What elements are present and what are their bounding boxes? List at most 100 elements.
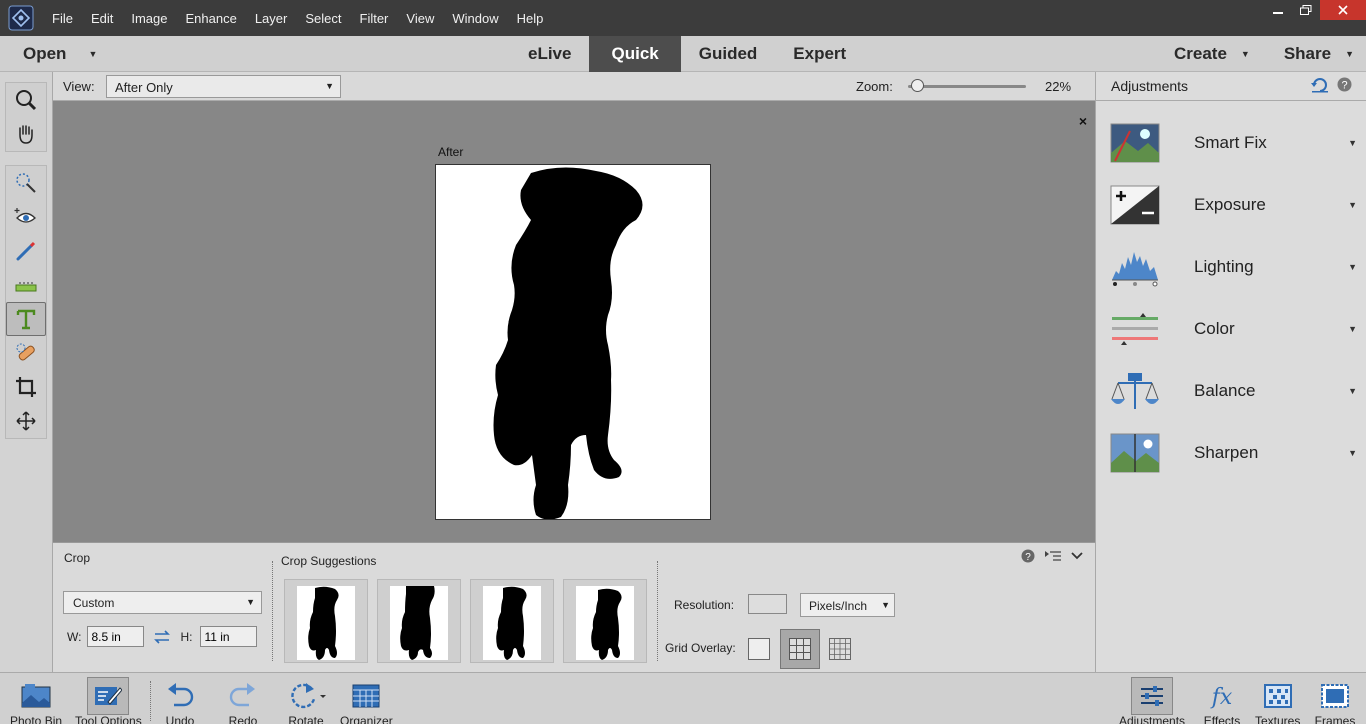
organizer-label: Organizer xyxy=(340,714,393,724)
reset-icon[interactable] xyxy=(1311,77,1329,93)
chevron-down-icon: ▼ xyxy=(246,597,255,607)
type-tool[interactable] xyxy=(6,302,46,336)
grid-none-icon xyxy=(748,638,770,660)
grid-fine-button[interactable] xyxy=(820,629,860,669)
bottom-taskbar: Photo Bin Tool Options Undo Redo Rotate … xyxy=(0,672,1366,724)
quick-selection-icon xyxy=(16,173,36,193)
swap-icon[interactable] xyxy=(153,629,171,644)
adjustments-header-controls: ? xyxy=(1311,77,1352,93)
grid-none-button[interactable] xyxy=(739,629,779,669)
organizer-button[interactable]: Organizer xyxy=(340,677,393,724)
minimize-icon xyxy=(1273,12,1283,14)
adjustments-icon xyxy=(1141,686,1164,706)
crop-suggestion-image xyxy=(483,586,541,660)
create-label: Create xyxy=(1173,44,1227,63)
menu-image[interactable]: Image xyxy=(122,11,176,26)
tab-quick[interactable]: Quick xyxy=(589,36,681,72)
tool-options-icon xyxy=(95,687,123,705)
options-panel-controls: ? xyxy=(1021,549,1083,563)
edit-tool-group xyxy=(5,165,47,439)
adjustment-lighting[interactable]: Lighting ▼ xyxy=(1096,236,1366,298)
red-eye-tool[interactable] xyxy=(6,200,46,234)
tab-guided[interactable]: Guided xyxy=(681,36,776,72)
height-field[interactable] xyxy=(200,626,258,647)
menu-enhance[interactable]: Enhance xyxy=(177,11,246,26)
view-dropdown[interactable]: After Only ▼ xyxy=(106,75,341,98)
redo-button[interactable]: Redo xyxy=(222,677,264,724)
adjustment-exposure[interactable]: Exposure ▼ xyxy=(1096,174,1366,236)
menu-file[interactable]: File xyxy=(43,11,82,26)
svg-text:fx: fx xyxy=(1210,685,1233,709)
zoom-slider-thumb[interactable] xyxy=(911,79,925,92)
main-menu: File Edit Image Enhance Layer Select Fil… xyxy=(43,0,552,36)
crop-suggestion-1[interactable] xyxy=(284,579,368,663)
crop-suggestion-4[interactable] xyxy=(563,579,647,663)
adjustment-sharpen[interactable]: Sharpen ▼ xyxy=(1096,422,1366,484)
mode-bar: Open ▼ eLive Quick Guided Expert Create … xyxy=(0,36,1366,72)
spot-healing-tool[interactable] xyxy=(6,336,46,370)
adjustment-color[interactable]: Color ▼ xyxy=(1096,298,1366,360)
menu-select[interactable]: Select xyxy=(296,11,350,26)
open-button[interactable]: Open ▼ xyxy=(23,36,97,72)
crop-tool[interactable] xyxy=(6,370,46,404)
redo-label: Redo xyxy=(228,714,258,724)
move-tool[interactable] xyxy=(6,404,46,438)
image-canvas[interactable]: × After xyxy=(53,101,1095,542)
tab-elive[interactable]: eLive xyxy=(510,36,589,72)
options-menu-icon[interactable] xyxy=(1045,550,1061,562)
width-height-row: W: H: xyxy=(67,626,258,647)
resolution-field[interactable] xyxy=(748,594,787,614)
width-field[interactable] xyxy=(87,626,145,647)
close-document-button[interactable]: × xyxy=(1079,113,1087,129)
resolution-units-dropdown[interactable]: Pixels/Inch ▼ xyxy=(800,593,895,617)
menu-layer[interactable]: Layer xyxy=(246,11,297,26)
menu-edit[interactable]: Edit xyxy=(82,11,122,26)
lighting-label: Lighting xyxy=(1194,257,1254,276)
effects-button[interactable]: fx Effects xyxy=(1201,677,1243,724)
photo-bin-button[interactable]: Photo Bin xyxy=(10,677,62,724)
adjustments-button[interactable]: Adjustments xyxy=(1119,677,1185,724)
menu-window[interactable]: Window xyxy=(443,11,507,26)
tool-options-button[interactable]: Tool Options xyxy=(75,677,142,724)
minimize-button[interactable] xyxy=(1264,0,1292,20)
menu-view[interactable]: View xyxy=(397,11,443,26)
crop-preset-dropdown[interactable]: Custom ▼ xyxy=(63,591,262,614)
share-button[interactable]: Share ▼ xyxy=(1284,44,1354,64)
chevron-down-icon: ▼ xyxy=(1345,49,1354,59)
textures-button[interactable]: Textures xyxy=(1255,677,1300,724)
create-button[interactable]: Create ▼ xyxy=(1174,44,1250,64)
zoom-tool[interactable] xyxy=(6,83,46,117)
adjustment-balance[interactable]: Balance ▼ xyxy=(1096,360,1366,422)
view-bar: View: After Only ▼ Zoom: 22% xyxy=(53,72,1095,101)
grid-thirds-icon xyxy=(789,638,811,660)
help-icon[interactable]: ? xyxy=(1337,77,1352,92)
whiten-teeth-tool[interactable] xyxy=(6,234,46,268)
chevron-down-icon: ▼ xyxy=(1348,138,1357,148)
menu-help[interactable]: Help xyxy=(508,11,553,26)
straighten-tool[interactable] xyxy=(6,268,46,302)
tab-expert[interactable]: Expert xyxy=(775,36,864,72)
zoom-slider[interactable] xyxy=(908,79,1026,92)
help-icon[interactable]: ? xyxy=(1021,549,1035,563)
restore-button[interactable] xyxy=(1292,0,1320,20)
grid-thirds-button[interactable] xyxy=(780,629,820,669)
adjustment-smart-fix[interactable]: Smart Fix ▼ xyxy=(1096,112,1366,174)
crop-preset-value: Custom xyxy=(73,596,115,610)
menu-filter[interactable]: Filter xyxy=(351,11,398,26)
quick-selection-tool[interactable] xyxy=(6,166,46,200)
collapse-panel-icon[interactable] xyxy=(1071,551,1083,561)
hand-tool[interactable] xyxy=(6,117,46,151)
close-window-button[interactable] xyxy=(1320,0,1366,20)
rotate-icon xyxy=(291,683,326,709)
options-title: Crop xyxy=(64,551,91,565)
crop-suggestion-image xyxy=(297,586,355,660)
rotate-button[interactable]: Rotate xyxy=(285,677,327,724)
balance-icon xyxy=(1111,373,1159,409)
color-icon xyxy=(1112,313,1158,345)
crop-suggestion-3[interactable] xyxy=(470,579,554,663)
crop-suggestion-2[interactable] xyxy=(377,579,461,663)
document-image[interactable] xyxy=(435,164,711,520)
bandage-icon xyxy=(16,343,35,361)
undo-button[interactable]: Undo xyxy=(159,677,201,724)
frames-button[interactable]: Frames xyxy=(1314,677,1356,724)
